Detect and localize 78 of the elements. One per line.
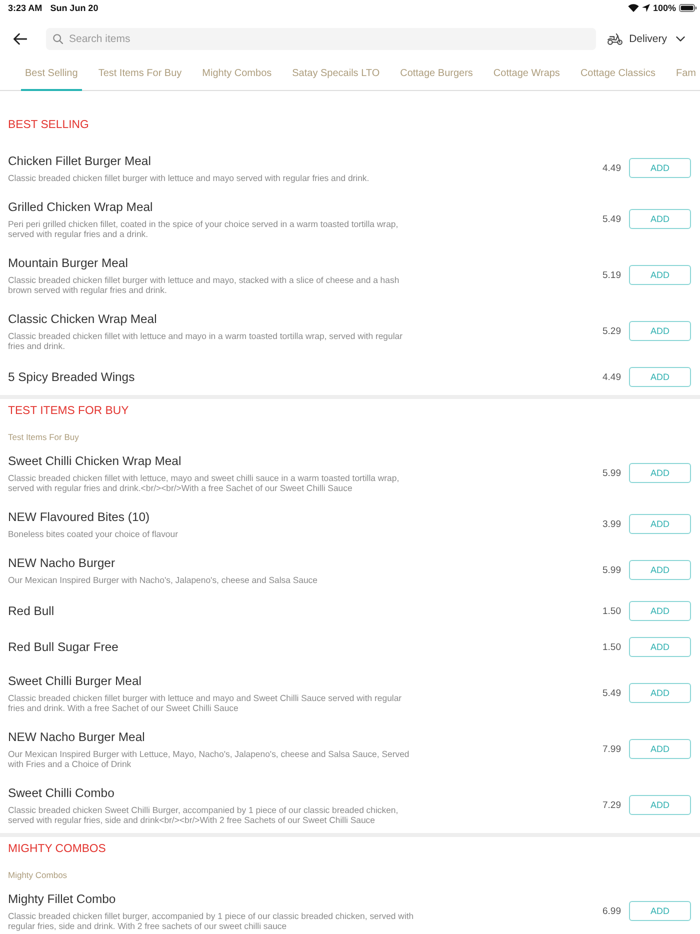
category-tab[interactable]: Best Selling — [21, 67, 82, 91]
item-name: Red Bull Sugar Free — [8, 639, 120, 655]
status-date: Sun Jun 20 — [50, 2, 98, 12]
battery-icon — [679, 4, 697, 12]
category-tab[interactable]: Cottage Burgers — [396, 67, 477, 91]
add-button[interactable]: ADD — [629, 739, 691, 759]
item-price: 5.49 — [602, 688, 621, 698]
item-price: 7.99 — [602, 744, 621, 754]
item-price: 7.29 — [602, 800, 621, 810]
section-heading: MIGHTY COMBOS — [7, 842, 107, 857]
item-name: NEW Nacho Burger — [8, 555, 116, 571]
item-name: NEW Nacho Burger Meal — [8, 729, 146, 745]
item-description: Classic breaded chicken fillet with lettuce, mayo and sweet chilli sauce in a warm toasted tortilla wrap, served with regular fries and drink.<br/><br/>With a free Sachet of our Sweet Chilli Sauce — [8, 473, 400, 493]
item-description: Classic breaded chicken fillet burger with lettuce and mayo served with regular fries and drink. — [8, 173, 370, 183]
item-price: 4.49 — [602, 372, 621, 382]
item-description: Our Mexican Inspired Burger with Nacho's, Jalapeno's, cheese and Salsa Sauce — [8, 575, 318, 585]
item-name: Grilled Chicken Wrap Meal — [8, 199, 154, 215]
chevron-down-icon — [676, 36, 685, 42]
item-price: 1.50 — [602, 606, 621, 616]
category-tab[interactable]: Cottage Classics — [576, 67, 660, 91]
item-name: 5 Spicy Breaded Wings — [8, 369, 136, 385]
add-button[interactable]: ADD — [629, 637, 691, 657]
add-button[interactable]: ADD — [629, 158, 691, 178]
item-name: Mighty Fillet Combo — [8, 891, 117, 907]
item-price: 5.99 — [602, 468, 621, 478]
add-button[interactable]: ADD — [629, 321, 691, 341]
item-name: Sweet Chilli Combo — [8, 785, 116, 801]
category-tab[interactable]: Mighty Combos — [198, 67, 276, 91]
add-button[interactable]: ADD — [629, 367, 691, 387]
add-button[interactable]: ADD — [629, 463, 691, 483]
item-description: Peri peri grilled chicken fillet, coated in the spice of your choice served in a warm toasted tortilla wrap, served with regular fries and a drink. — [8, 219, 400, 239]
add-button[interactable]: ADD — [629, 514, 691, 534]
item-price: 5.19 — [602, 270, 621, 280]
item-name: Classic Chicken Wrap Meal — [8, 311, 158, 327]
category-tab[interactable]: Cottage Wraps — [489, 67, 564, 91]
item-name: Mountain Burger Meal — [8, 255, 129, 271]
category-tab[interactable]: Test Items For Buy — [94, 67, 186, 91]
item-price: 5.29 — [602, 326, 621, 336]
item-name: Sweet Chilli Burger Meal — [8, 673, 142, 689]
item-name: Chicken Fillet Burger Meal — [8, 153, 152, 169]
item-name: Sweet Chilli Chicken Wrap Meal — [8, 453, 182, 469]
item-price: 5.49 — [602, 214, 621, 224]
status-time: 3:23 AM — [8, 2, 42, 12]
item-description: Boneless bites coated your choice of flavour — [8, 529, 179, 539]
item-price: 1.50 — [602, 642, 621, 652]
search-icon — [53, 34, 63, 44]
category-tab[interactable]: Satay Specails LTO — [288, 67, 384, 91]
add-button[interactable]: ADD — [629, 795, 691, 815]
scooter-icon — [607, 33, 624, 45]
section-heading: BEST SELLING — [7, 118, 90, 133]
item-name: NEW Flavoured Bites (10) — [8, 509, 151, 525]
item-price: 3.99 — [602, 518, 621, 530]
battery-percent: 100% — [652, 2, 676, 12]
add-button[interactable]: ADD — [629, 560, 691, 580]
section-subtitle: Test Items For Buy — [7, 431, 80, 443]
delivery-selector[interactable]: Delivery — [607, 33, 685, 45]
add-button[interactable]: ADD — [629, 209, 691, 229]
item-description: Classic breaded chicken fillet burger with lettuce and mayo and Sweet Chilli Sauce served with regular fries and drink. With a free Sachet of our Sweet Chilli Sauce — [8, 693, 403, 713]
item-price: 4.49 — [602, 162, 621, 174]
add-button[interactable]: ADD — [629, 901, 691, 921]
search-field[interactable]: Search items — [46, 28, 596, 50]
item-price: 5.99 — [602, 564, 621, 576]
item-description: Classic breaded chicken Sweet Chilli Burger, accompanied by 1 piece of our classic breaded chicken, served with regular fries, side and drink<br/><br/>With 2 free Sachets of our Sweet Chilli Sauce — [8, 805, 400, 825]
add-button[interactable]: ADD — [629, 601, 691, 621]
item-description: Our Mexican Inspired Burger with Lettuce, Mayo, Nacho's, Jalapeno's, cheese and Salsa Sauce, Served with Fries and a Choice of Drink — [8, 749, 410, 769]
back-arrow-icon[interactable] — [13, 33, 27, 45]
item-name: Red Bull — [8, 603, 56, 619]
section-subtitle: Mighty Combos — [7, 869, 68, 881]
item-price: 6.99 — [602, 906, 621, 916]
add-button[interactable]: ADD — [629, 265, 691, 285]
category-tab[interactable]: Fam — [672, 67, 700, 91]
item-description: Classic breaded chicken fillet with lettuce and mayo in a warm toasted tortilla wrap, served with regular fries and drink. — [8, 331, 404, 351]
item-description: Classic breaded chicken fillet burger, accompanied by 1 piece of our classic breaded chicken, served with regular fries, side and drink. With 2 free sachets of our sweet chilli sauce — [8, 911, 415, 931]
item-description: Classic breaded chicken fillet burger with lettuce and mayo, stacked with a slice of cheese and a hash brown served with regular fries and drink. — [8, 275, 400, 295]
location-arrow-icon — [642, 4, 650, 12]
section-heading: TEST ITEMS FOR BUY — [7, 404, 130, 419]
wifi-icon — [628, 4, 639, 12]
add-button[interactable]: ADD — [629, 683, 691, 703]
